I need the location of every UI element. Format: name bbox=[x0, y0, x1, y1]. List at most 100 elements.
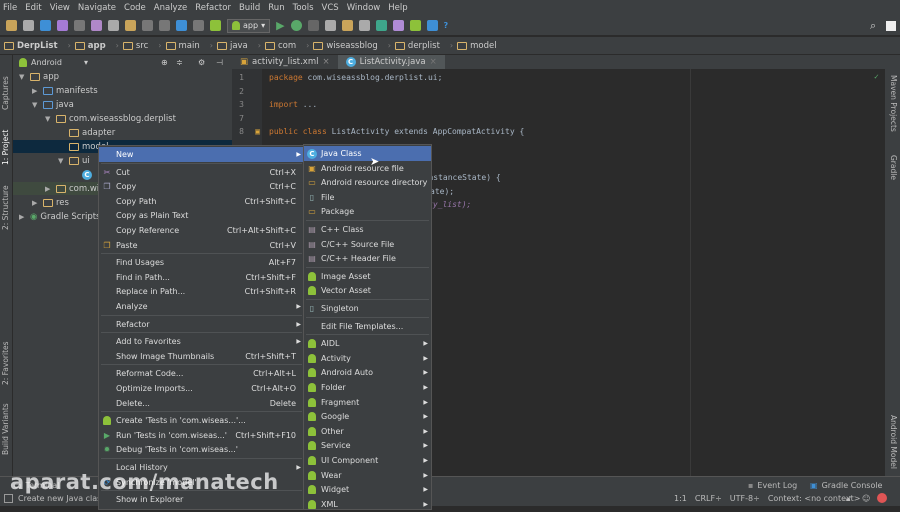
breadcrumb-app[interactable]: app bbox=[74, 41, 106, 51]
settings-icon[interactable] bbox=[358, 20, 370, 31]
breadcrumb-derplist[interactable]: derplist bbox=[394, 41, 440, 51]
attach-icon[interactable] bbox=[307, 20, 319, 31]
menu-item-service[interactable]: Service ▶ bbox=[304, 438, 431, 453]
paste-icon[interactable] bbox=[125, 20, 136, 31]
menu-item-file[interactable]: ▯ File bbox=[304, 190, 431, 205]
scroll-from-source-icon[interactable]: ⊕ bbox=[161, 58, 168, 67]
find-icon[interactable] bbox=[142, 20, 153, 31]
undo-icon[interactable] bbox=[57, 20, 68, 31]
tree-node-manifests[interactable]: ▶ manifests bbox=[32, 84, 98, 98]
close-icon[interactable]: × bbox=[322, 57, 329, 67]
menu-item-google[interactable]: Google ▶ bbox=[304, 409, 431, 424]
breadcrumb-com[interactable]: com bbox=[264, 41, 296, 51]
menu-analyze[interactable]: Analyze bbox=[154, 3, 188, 13]
menu-item-analyze[interactable]: Analyze ▶ bbox=[99, 299, 304, 314]
menu-item-ui-component[interactable]: UI Component ▶ bbox=[304, 453, 431, 468]
expanded-arrow-icon[interactable]: ▼ bbox=[19, 73, 27, 81]
tool-build-variants[interactable]: Build Variants bbox=[1, 403, 10, 455]
menu-run[interactable]: Run bbox=[268, 3, 284, 13]
collapsed-arrow-icon[interactable]: ▶ bbox=[32, 199, 40, 207]
sdk-manager-icon[interactable] bbox=[375, 20, 387, 31]
tool-windows-toggle[interactable] bbox=[4, 494, 13, 503]
menu-item-activity[interactable]: Activity ▶ bbox=[304, 351, 431, 366]
breadcrumb-src[interactable]: src bbox=[122, 41, 148, 51]
tool-favorites[interactable]: 2: Favorites bbox=[1, 341, 10, 385]
menu-item-reformat-code[interactable]: Reformat Code... Ctrl+Alt+L bbox=[99, 366, 304, 381]
menu-item-android-resource-file[interactable]: ▣ Android resource file bbox=[304, 161, 431, 176]
tree-node-gradle-scripts[interactable]: ▶ ◉ Gradle Scripts bbox=[19, 210, 100, 224]
debug-icon[interactable] bbox=[290, 20, 302, 31]
forward-icon[interactable] bbox=[193, 20, 204, 31]
menu-item-create-tests-in-com-wiseas[interactable]: Create 'Tests in 'com.wiseas...'... bbox=[99, 413, 304, 428]
expanded-arrow-icon[interactable]: ▼ bbox=[32, 101, 40, 109]
menu-item-edit-file-templates[interactable]: Edit File Templates... bbox=[304, 319, 431, 334]
menu-item-copy-path[interactable]: Copy Path Ctrl+Shift+C bbox=[99, 194, 304, 209]
run-icon[interactable]: ▶ bbox=[276, 19, 284, 32]
collapse-all-icon[interactable]: ≑ bbox=[176, 58, 183, 67]
sync-icon[interactable] bbox=[40, 20, 51, 31]
menu-help[interactable]: Help bbox=[388, 3, 407, 13]
menu-navigate[interactable]: Navigate bbox=[78, 3, 116, 13]
tree-node-com-wi[interactable]: ▶ com.wi bbox=[45, 182, 99, 196]
menu-item-fragment[interactable]: Fragment ▶ bbox=[304, 395, 431, 410]
caret-position[interactable]: 1:1 bbox=[674, 494, 687, 503]
menu-view[interactable]: View bbox=[50, 3, 70, 13]
menu-item-replace-in-path[interactable]: Replace in Path... Ctrl+Shift+R bbox=[99, 284, 304, 299]
menu-item-run-tests-in-com-wiseas[interactable]: ▶ Run 'Tests in 'com.wiseas...' Ctrl+Shift… bbox=[99, 428, 304, 443]
menu-item-c-c-source-file[interactable]: ▤ C/C++ Source File bbox=[304, 237, 431, 252]
menu-item-c-c-header-file[interactable]: ▤ C/C++ Header File bbox=[304, 251, 431, 266]
breadcrumb-model[interactable]: model bbox=[457, 41, 497, 51]
menu-item-optimize-imports[interactable]: Optimize Imports... Ctrl+Alt+O bbox=[99, 381, 304, 396]
menu-item-singleton[interactable]: ▯ Singleton bbox=[304, 301, 431, 316]
menu-build[interactable]: Build bbox=[239, 3, 260, 13]
tab-list-activity-java[interactable]: C ListActivity.java × bbox=[337, 55, 445, 69]
expanded-arrow-icon[interactable]: ▼ bbox=[45, 115, 53, 123]
menu-item-debug-tests-in-com-wiseas[interactable]: ✹ Debug 'Tests in 'com.wiseas...' bbox=[99, 442, 304, 457]
make-icon[interactable] bbox=[210, 20, 221, 31]
menu-item-add-to-favorites[interactable]: Add to Favorites ▶ bbox=[99, 334, 304, 349]
menu-item-xml[interactable]: XML ▶ bbox=[304, 497, 431, 512]
menu-item-new[interactable]: New ▶ bbox=[99, 147, 304, 162]
cut-icon[interactable] bbox=[91, 20, 102, 31]
tool-android-model[interactable]: Android Model bbox=[889, 415, 898, 469]
chevron-down-icon[interactable]: ▾ bbox=[84, 58, 88, 67]
android-monitor-icon[interactable] bbox=[409, 20, 421, 31]
project-view-select[interactable]: Android bbox=[31, 58, 62, 67]
gradle-console-button[interactable]: ▣ Gradle Console bbox=[810, 481, 882, 490]
menu-refactor[interactable]: Refactor bbox=[195, 3, 231, 13]
menu-item-widget[interactable]: Widget ▶ bbox=[304, 482, 431, 497]
tool-structure[interactable]: 2: Structure bbox=[1, 185, 10, 230]
collapsed-arrow-icon[interactable]: ▶ bbox=[19, 213, 27, 221]
redo-icon[interactable] bbox=[74, 20, 85, 31]
menu-item-vector-asset[interactable]: Vector Asset bbox=[304, 283, 431, 298]
menu-item-find-in-path[interactable]: Find in Path... Ctrl+Shift+F bbox=[99, 270, 304, 285]
menu-item-package[interactable]: ▭ Package bbox=[304, 204, 431, 219]
menu-item-copy-as-plain-text[interactable]: Copy as Plain Text bbox=[99, 208, 304, 223]
encoding[interactable]: UTF-8÷ bbox=[730, 494, 760, 503]
menu-tools[interactable]: Tools bbox=[293, 3, 314, 13]
tree-node-res[interactable]: ▶ res bbox=[32, 196, 69, 210]
error-icon[interactable] bbox=[877, 493, 887, 503]
tree-node-java[interactable]: ▼ java bbox=[32, 98, 74, 112]
replace-icon[interactable] bbox=[159, 20, 170, 31]
back-icon[interactable] bbox=[176, 20, 187, 31]
menu-vcs[interactable]: VCS bbox=[322, 3, 339, 13]
tree-node-listactivity[interactable]: C bbox=[71, 168, 92, 182]
menu-item-copy[interactable]: ❐ Copy Ctrl+C bbox=[99, 179, 304, 194]
inspector-icon[interactable]: ☺︎ bbox=[862, 494, 870, 503]
gear-icon[interactable]: ⚙ bbox=[198, 58, 205, 67]
breadcrumb-java[interactable]: java bbox=[216, 41, 248, 51]
menu-item-android-resource-directory[interactable]: ▭ Android resource directory bbox=[304, 175, 431, 190]
menu-file[interactable]: File bbox=[3, 3, 17, 13]
menu-item-image-asset[interactable]: Image Asset bbox=[304, 269, 431, 284]
menu-item-refactor[interactable]: Refactor ▶ bbox=[99, 317, 304, 332]
menu-code[interactable]: Code bbox=[124, 3, 146, 13]
avd-manager-icon[interactable] bbox=[392, 20, 404, 31]
search-everywhere-icon[interactable]: ⌕ bbox=[870, 19, 876, 33]
sync-gradle-icon[interactable] bbox=[426, 20, 438, 31]
breadcrumb-derplist[interactable]: DerpList bbox=[4, 41, 58, 51]
tool-gradle[interactable]: Gradle bbox=[889, 155, 898, 180]
open-icon[interactable] bbox=[6, 20, 17, 31]
apply-changes-icon[interactable] bbox=[324, 20, 336, 31]
tool-captures[interactable]: Captures bbox=[1, 76, 10, 110]
